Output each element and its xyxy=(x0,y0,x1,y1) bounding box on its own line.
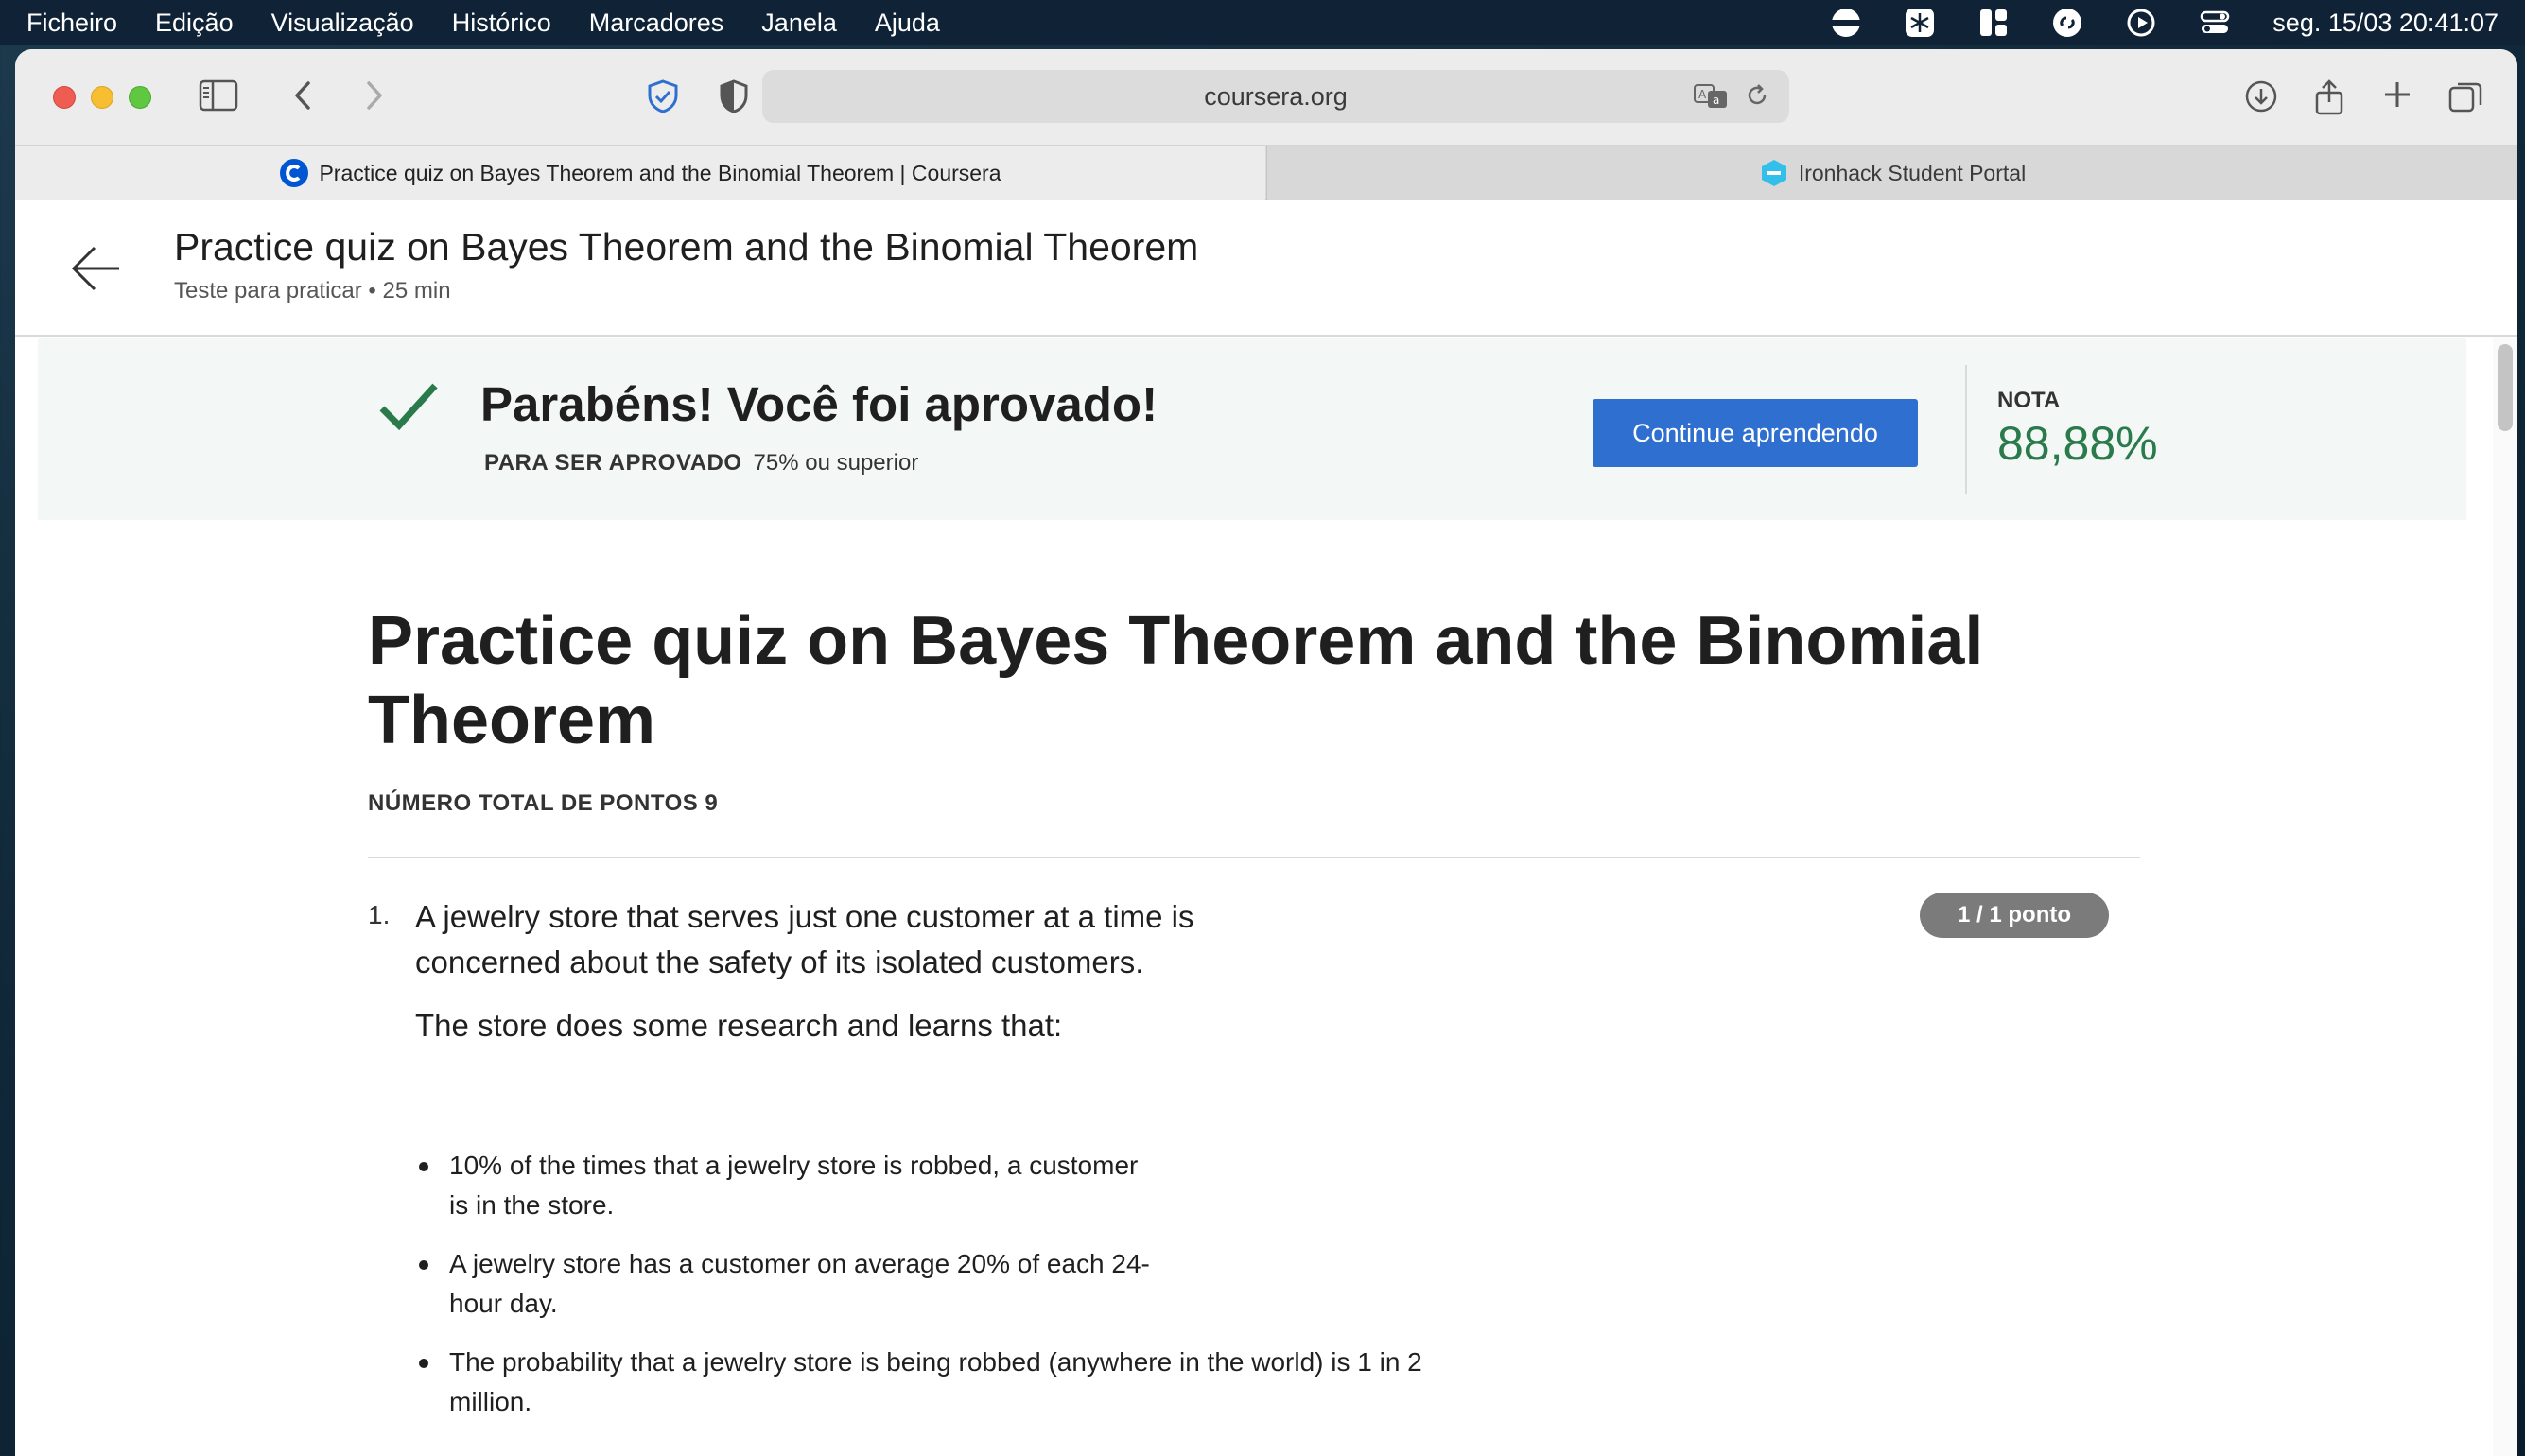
check-icon xyxy=(376,378,441,440)
privacy-shield-icon[interactable] xyxy=(717,78,751,114)
back-nav-icon[interactable] xyxy=(289,78,318,113)
quiz-title: Practice quiz on Bayes Theorem and the B… xyxy=(368,603,1984,758)
banner-title: Parabéns! Você foi aprovado! xyxy=(480,377,1158,431)
menubar-clock[interactable]: seg. 15/03 20:41:07 xyxy=(2272,9,2499,38)
menu-ajuda[interactable]: Ajuda xyxy=(856,9,959,38)
back-arrow-icon[interactable] xyxy=(70,242,123,300)
tab-ironhack[interactable]: Ironhack Student Portal xyxy=(1266,146,2517,200)
ironhack-icon xyxy=(1759,158,1789,188)
new-tab-icon[interactable] xyxy=(2381,78,2413,111)
snowflake-icon[interactable] xyxy=(1904,7,1936,39)
address-text: coursera.org xyxy=(1204,81,1348,111)
menu-janela[interactable]: Janela xyxy=(742,9,856,38)
tab-overview-icon[interactable] xyxy=(2447,78,2483,114)
divider xyxy=(368,857,2140,858)
page-scrollbar[interactable] xyxy=(2493,337,2517,1456)
tab-bar: Practice quiz on Bayes Theorem and the B… xyxy=(15,146,2517,200)
download-icon[interactable] xyxy=(2243,78,2279,114)
menu-marcadores[interactable]: Marcadores xyxy=(570,9,743,38)
points-badge: 1 / 1 ponto xyxy=(1920,893,2109,938)
sidebar-toggle-icon[interactable] xyxy=(199,78,238,113)
list-item: 10% of the times that a jewelry store is… xyxy=(415,1146,1153,1225)
pass-threshold-value: 75% ou superior xyxy=(753,450,919,476)
page-header: Practice quiz on Bayes Theorem and the B… xyxy=(15,200,2517,337)
tab-coursera-label: Practice quiz on Bayes Theorem and the B… xyxy=(319,160,1001,185)
menu-visualizacao[interactable]: Visualização xyxy=(252,9,433,38)
banner-divider xyxy=(1965,365,1967,494)
question-text: A jewelry store that serves just one cus… xyxy=(415,899,1194,979)
grade-value: 88,88% xyxy=(1997,417,2158,470)
status-circle-icon[interactable] xyxy=(1830,7,1862,39)
browser-window: coursera.org Aa Practice quiz on Bayes T… xyxy=(15,49,2517,1456)
pass-threshold-label: PARA SER APROVADO xyxy=(484,450,742,476)
translate-icon[interactable]: Aa xyxy=(1693,81,1729,116)
scrollbar-thumb[interactable] xyxy=(2498,344,2513,431)
browser-toolbar: coursera.org Aa xyxy=(15,49,2517,146)
grade-label: NOTA xyxy=(1997,388,2061,413)
layout-icon[interactable] xyxy=(1977,7,2010,39)
shazam-icon[interactable] xyxy=(2051,7,2083,39)
share-icon[interactable] xyxy=(2313,78,2345,116)
menu-edicao[interactable]: Edição xyxy=(136,9,252,38)
svg-text:A: A xyxy=(1698,88,1707,101)
menu-ficheiro[interactable]: Ficheiro xyxy=(0,9,136,38)
header-subtitle: Teste para praticar • 25 min xyxy=(174,278,451,303)
menu-bar: Ficheiro Edição Visualização Histórico M… xyxy=(0,0,2525,45)
control-center-icon[interactable] xyxy=(2199,7,2231,39)
address-bar[interactable]: coursera.org Aa xyxy=(762,70,1789,123)
list-item: A jewelry store has a customer on averag… xyxy=(415,1244,1153,1324)
header-title: Practice quiz on Bayes Theorem and the B… xyxy=(174,225,1199,269)
continue-learning-button[interactable]: Continue aprendendo xyxy=(1593,399,1918,467)
pass-banner: Parabéns! Você foi aprovado! PARA SER AP… xyxy=(38,338,2466,520)
reload-icon[interactable] xyxy=(1744,82,1770,115)
total-points: NÚMERO TOTAL DE PONTOS 9 xyxy=(368,790,719,816)
zoom-window-button[interactable] xyxy=(129,86,151,109)
close-window-button[interactable] xyxy=(53,86,76,109)
svg-text:a: a xyxy=(1713,94,1719,107)
question-intro: The store does some research and learns … xyxy=(415,1008,1063,1043)
coursera-icon xyxy=(279,158,309,188)
tab-ironhack-label: Ironhack Student Portal xyxy=(1798,160,2027,185)
play-circle-icon[interactable] xyxy=(2125,7,2157,39)
page-content: Practice quiz on Bayes Theorem and the B… xyxy=(15,200,2517,1456)
shield-check-icon[interactable] xyxy=(645,78,681,114)
tab-coursera[interactable]: Practice quiz on Bayes Theorem and the B… xyxy=(15,146,1265,200)
question-bullets: 10% of the times that a jewelry store is… xyxy=(415,1146,1437,1441)
menu-historico[interactable]: Histórico xyxy=(433,9,570,38)
pass-threshold: PARA SER APROVADO 75% ou superior xyxy=(484,450,918,477)
question-number: 1. xyxy=(368,900,391,929)
forward-nav-icon[interactable] xyxy=(359,78,388,113)
list-item: The probability that a jewelry store is … xyxy=(415,1343,1437,1422)
minimize-window-button[interactable] xyxy=(91,86,113,109)
